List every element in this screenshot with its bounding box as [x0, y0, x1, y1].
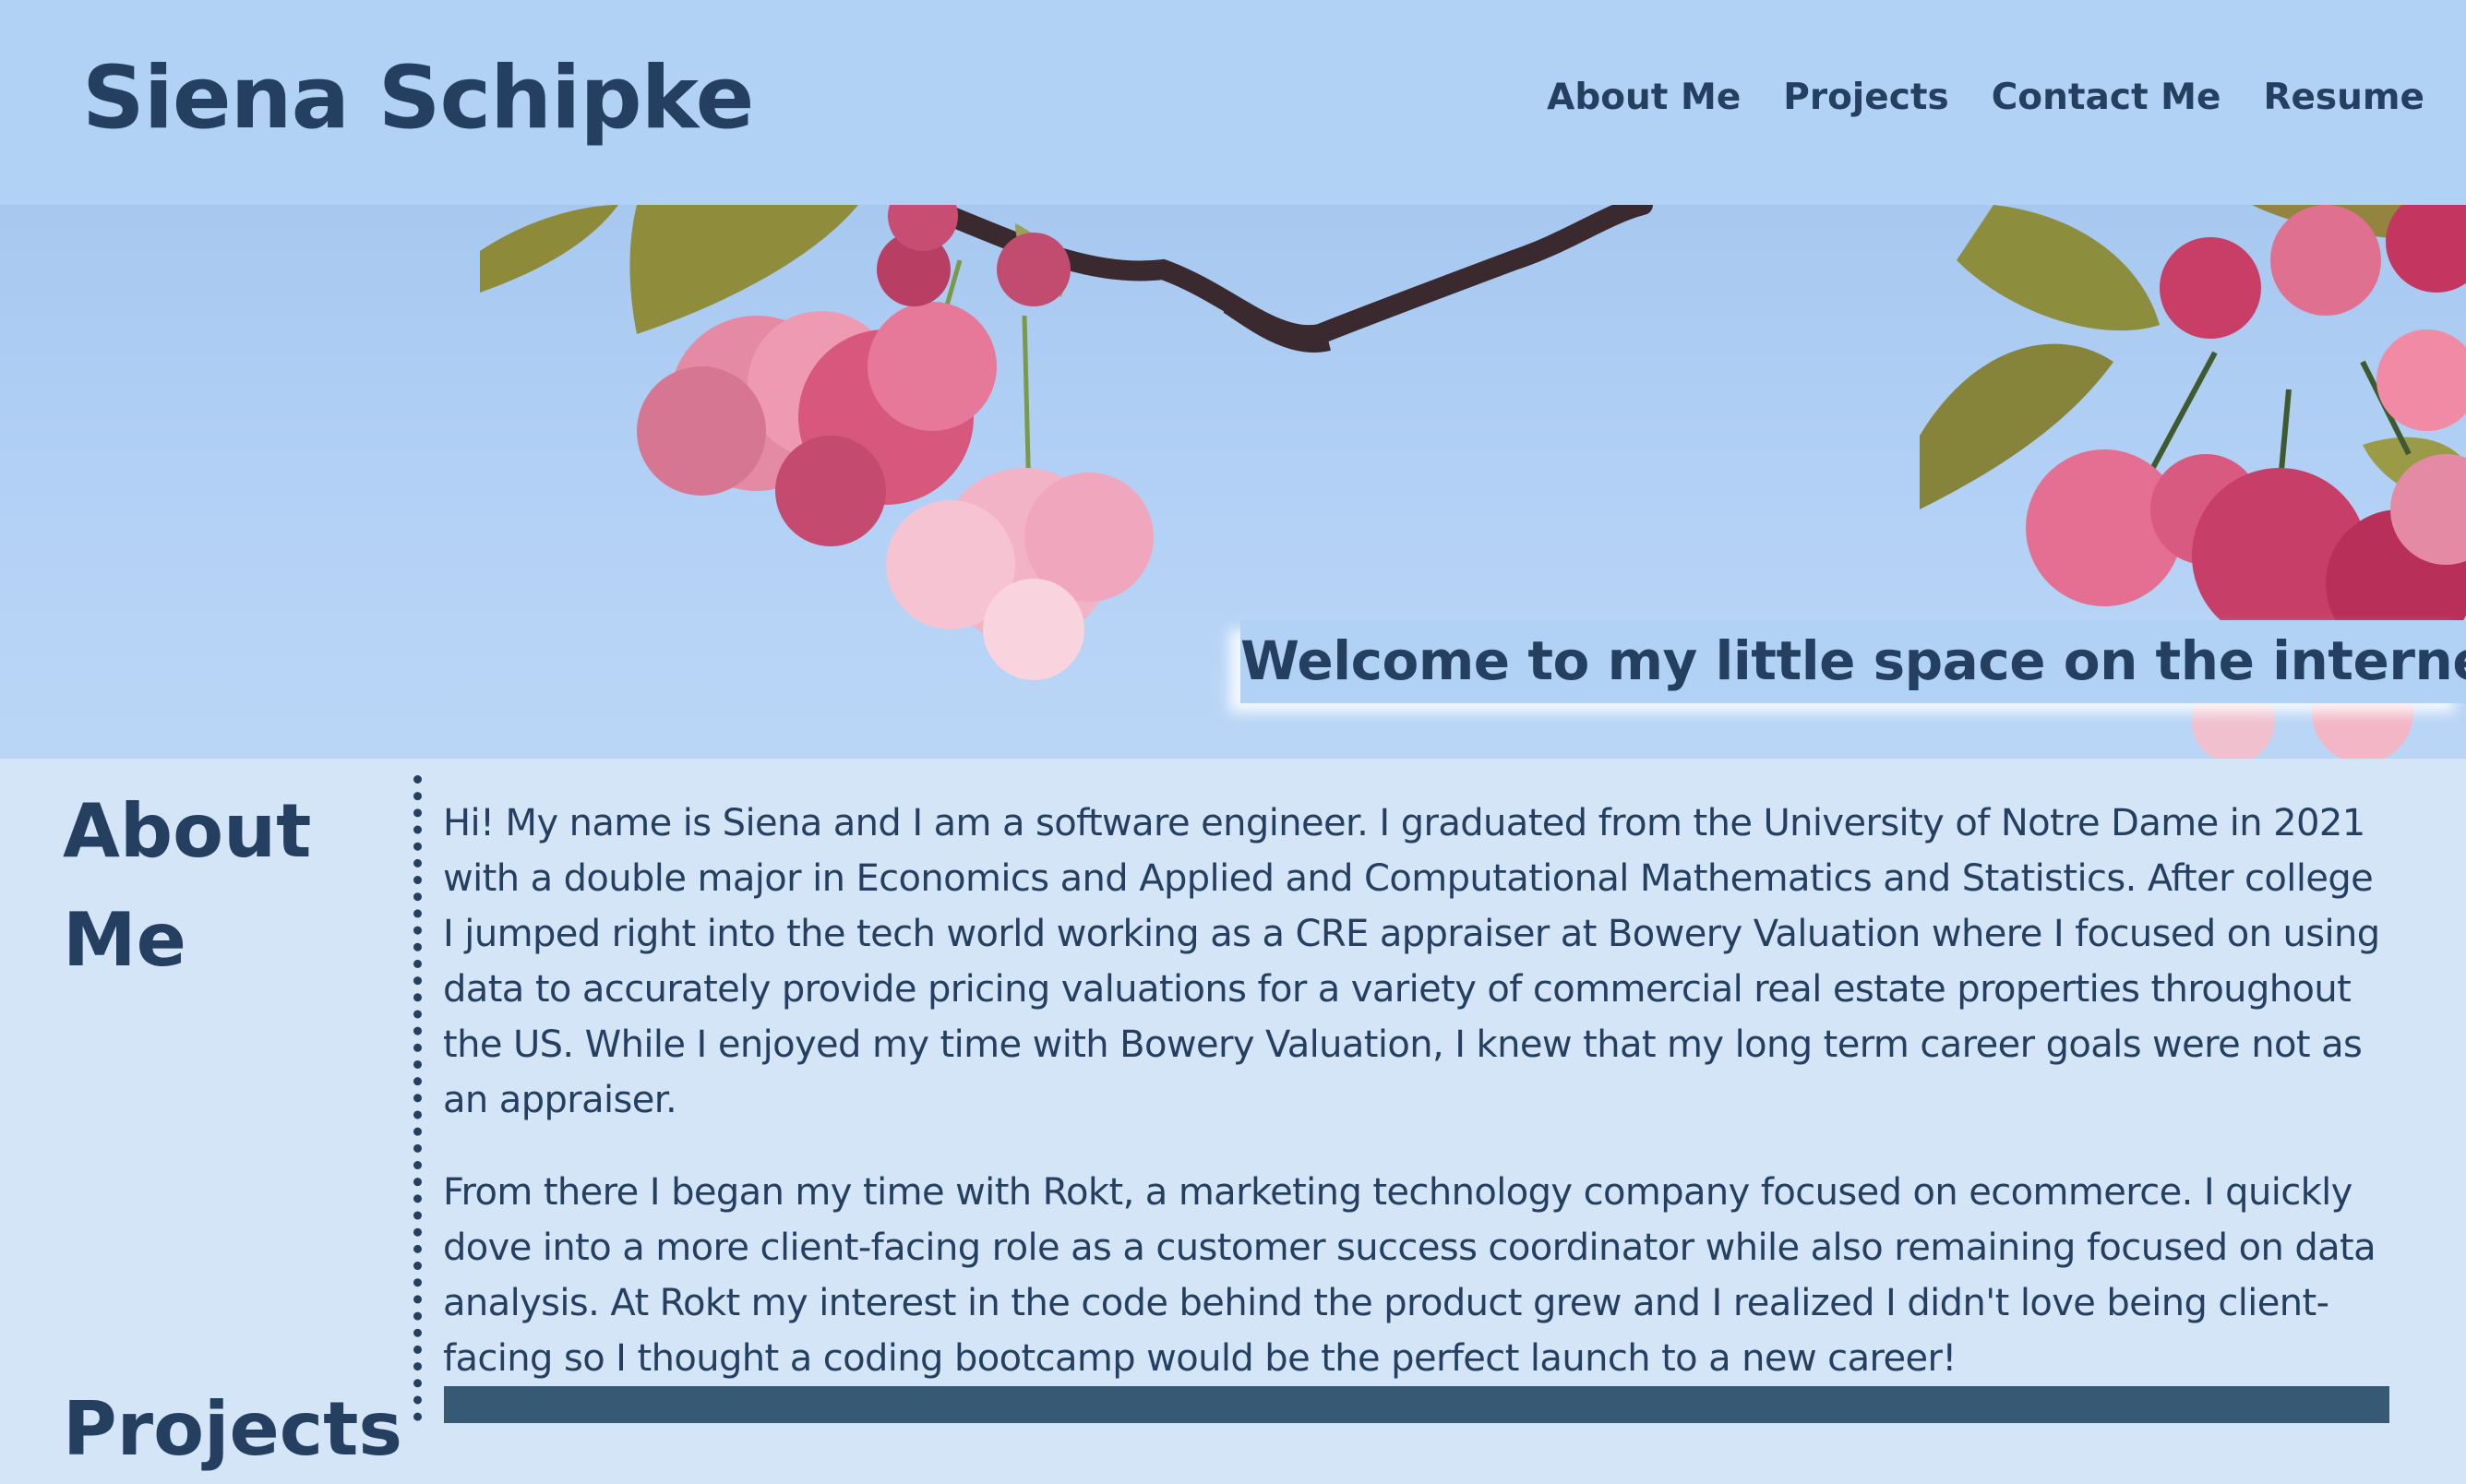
about-me-body: Hi! My name is Siena and I am a software… [443, 796, 2386, 1423]
main-nav: About Me Projects Contact Me Resume [1547, 72, 2424, 124]
about-paragraph-2: From there I began my time with Rokt, a … [443, 1171, 2376, 1380]
nav-contact-me[interactable]: Contact Me [1992, 72, 2221, 124]
projects-card-header [444, 1386, 2389, 1423]
nav-projects[interactable]: Projects [1783, 72, 1948, 124]
about-paragraph-1: Hi! My name is Siena and I am a software… [443, 802, 2380, 1121]
welcome-banner: Welcome to my little space on the intern… [1240, 620, 2466, 703]
site-header: Siena Schipke About Me Projects Contact … [0, 0, 2466, 205]
site-title[interactable]: Siena Schipke [82, 39, 754, 159]
main-content: About Me Hi! My name is Siena and I am a… [0, 759, 2466, 1472]
nav-resume[interactable]: Resume [2263, 72, 2424, 124]
section-divider [413, 775, 423, 1421]
about-me-heading: About Me [63, 788, 312, 983]
projects-heading: Projects [63, 1386, 403, 1472]
welcome-text: Welcome to my little space on the intern… [1240, 629, 2466, 692]
hero-banner: Welcome to my little space on the intern… [0, 205, 2466, 759]
nav-about-me[interactable]: About Me [1547, 72, 1741, 124]
